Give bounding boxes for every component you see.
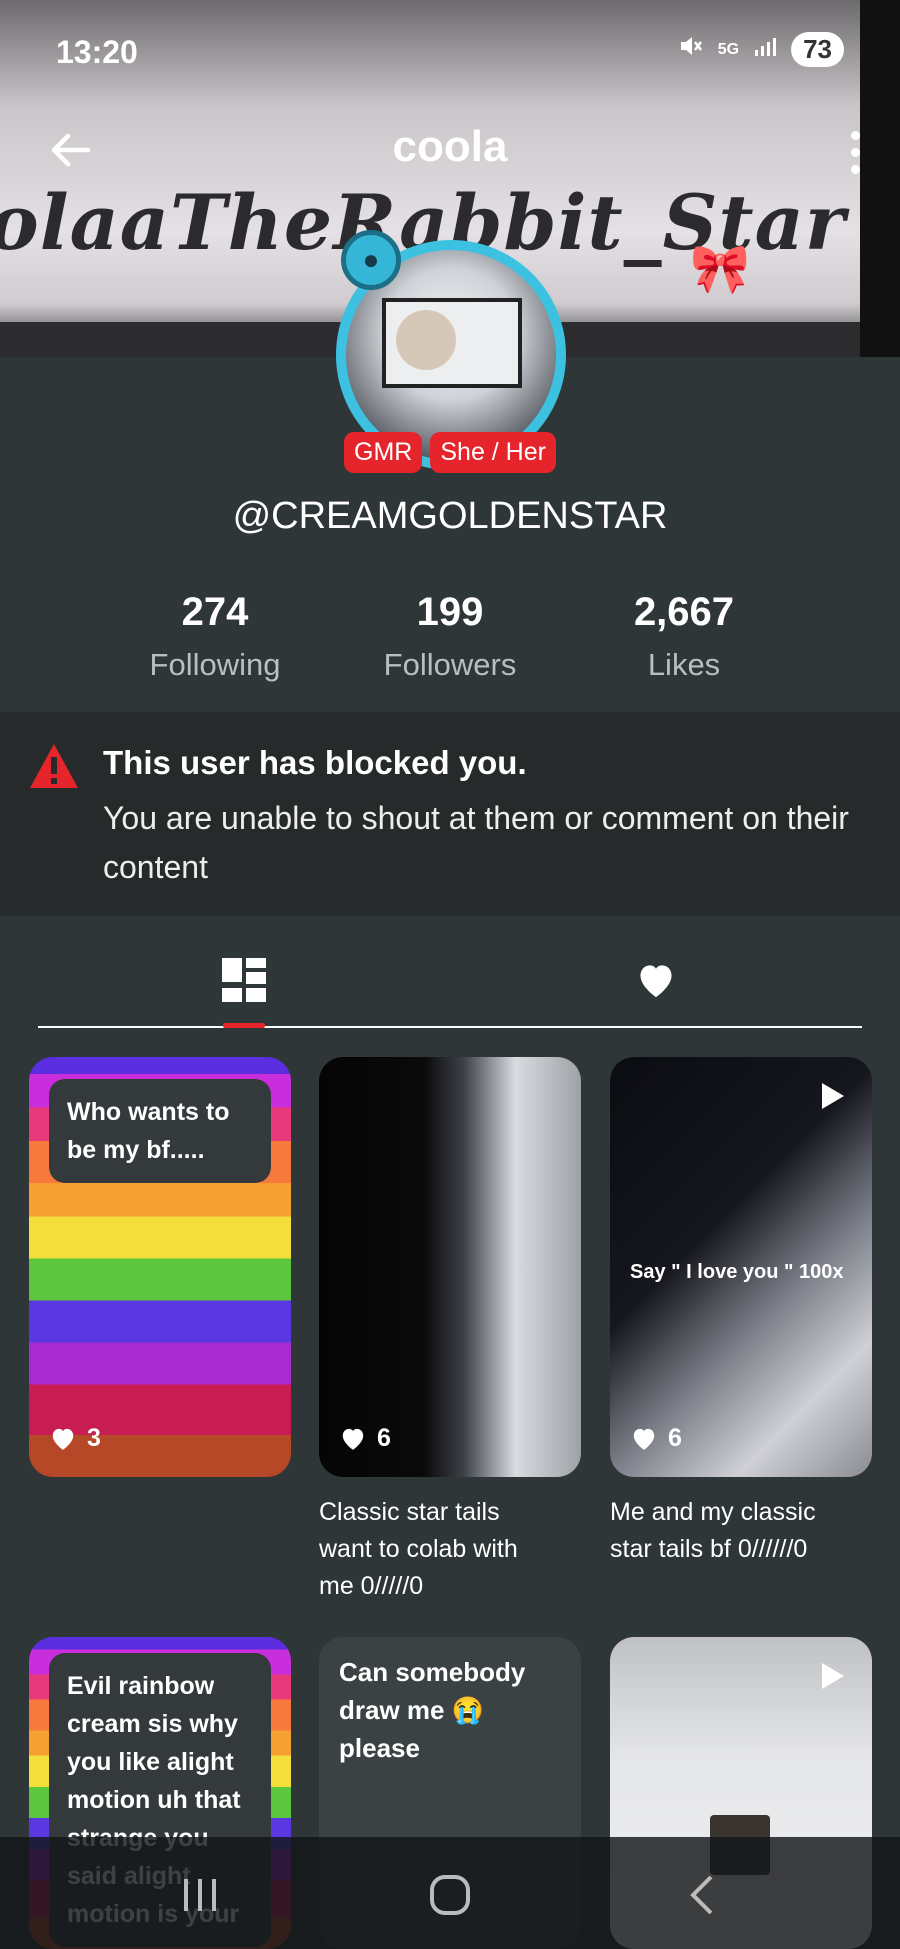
blocked-message: You are unable to shout at them or comme… xyxy=(103,800,849,885)
avatar-detail xyxy=(396,310,456,370)
likes-count: 6 xyxy=(377,1424,391,1452)
page-title: coola xyxy=(392,122,508,171)
post-caption[interactable]: Me and my classic star tails bf 0//////0 xyxy=(610,1494,872,1568)
play-icon xyxy=(822,1083,844,1109)
play-icon xyxy=(822,1663,844,1689)
likes-count: 6 xyxy=(668,1424,682,1452)
video-overlay-text: Say " I love you " 100x xyxy=(630,1261,844,1283)
followers-stat[interactable]: 199 Followers xyxy=(340,590,560,683)
recent-apps-button[interactable] xyxy=(160,1867,240,1923)
post-text: Who wants to be my bf..... xyxy=(49,1079,271,1183)
content-tabs xyxy=(0,920,900,1030)
bow-decoration-icon: 🎀 xyxy=(690,243,750,296)
post-caption[interactable]: Classic star tails want to colab with me… xyxy=(319,1494,581,1605)
post-card[interactable]: Say " I love you " 100x 6 xyxy=(610,1057,872,1477)
system-back-button[interactable] xyxy=(662,1867,742,1923)
chevron-left-icon xyxy=(690,1875,713,1915)
tab-posts[interactable] xyxy=(214,950,274,1010)
network-label: 5G xyxy=(717,40,740,58)
stat-label: Likes xyxy=(647,647,721,682)
home-button[interactable] xyxy=(410,1867,490,1923)
stat-value: 199 xyxy=(416,590,484,634)
heart-icon xyxy=(633,1428,655,1450)
tab-selected-indicator xyxy=(223,1023,265,1028)
profile-tags: GMR She / Her xyxy=(0,432,900,473)
caption-line: star tails bf 0//////0 xyxy=(610,1535,808,1563)
post-likes: 6 xyxy=(339,1424,391,1453)
stat-value: 274 xyxy=(181,590,249,634)
recent-apps-icon xyxy=(184,1879,216,1911)
heart-icon xyxy=(52,1428,74,1450)
profile-handle: @CREAMGOLDENSTAR xyxy=(232,495,668,537)
blocked-title: This user has blocked you. xyxy=(103,744,527,781)
status-bar: 13:20 5G 73 xyxy=(0,0,900,100)
avatar-frame-decoration-icon: ● xyxy=(341,230,401,290)
tab-liked[interactable] xyxy=(626,950,686,1010)
heart-icon xyxy=(640,965,672,998)
status-icons: 5G 73 xyxy=(678,32,844,67)
tab-divider xyxy=(38,1026,862,1028)
signal-icon xyxy=(753,34,777,65)
home-icon xyxy=(430,1875,470,1915)
dot xyxy=(850,164,860,174)
post-likes: 3 xyxy=(49,1424,101,1453)
profile-stats: 274 Following 199 Followers 2,667 Likes xyxy=(0,590,900,700)
dot xyxy=(850,147,860,157)
likes-stat: 2,667 Likes xyxy=(574,590,794,683)
caption-line: me 0/////0 xyxy=(319,1572,424,1600)
heart-icon xyxy=(342,1428,364,1450)
more-options-button[interactable] xyxy=(840,122,870,182)
caption-line: Classic star tails xyxy=(319,1498,500,1526)
post-card[interactable]: Who wants to be my bf..... 3 xyxy=(29,1057,291,1477)
stat-value: 2,667 xyxy=(633,590,735,634)
battery-indicator: 73 xyxy=(791,32,844,67)
post-likes: 6 xyxy=(630,1424,682,1453)
stat-label: Following xyxy=(149,647,281,682)
pronouns-badge: She / Her xyxy=(430,432,556,473)
blocked-notice: This user has blocked you. You are unabl… xyxy=(0,712,900,916)
caption-line: want to colab with xyxy=(319,1535,518,1563)
dot xyxy=(850,130,860,140)
post-text: Can somebody draw me 😭 please xyxy=(339,1657,526,1763)
caption-line: Me and my classic xyxy=(610,1498,816,1526)
grid-posts-icon xyxy=(222,958,266,1002)
system-nav-bar xyxy=(0,1837,900,1949)
top-bar: coola xyxy=(0,110,900,190)
warning-icon xyxy=(28,742,80,795)
post-card[interactable]: 6 xyxy=(319,1057,581,1477)
status-time: 13:20 xyxy=(56,34,138,70)
mute-icon xyxy=(678,33,704,66)
tag-badge: GMR xyxy=(344,432,423,473)
likes-count: 3 xyxy=(87,1424,101,1452)
following-stat[interactable]: 274 Following xyxy=(105,590,325,683)
stat-label: Followers xyxy=(383,647,517,682)
